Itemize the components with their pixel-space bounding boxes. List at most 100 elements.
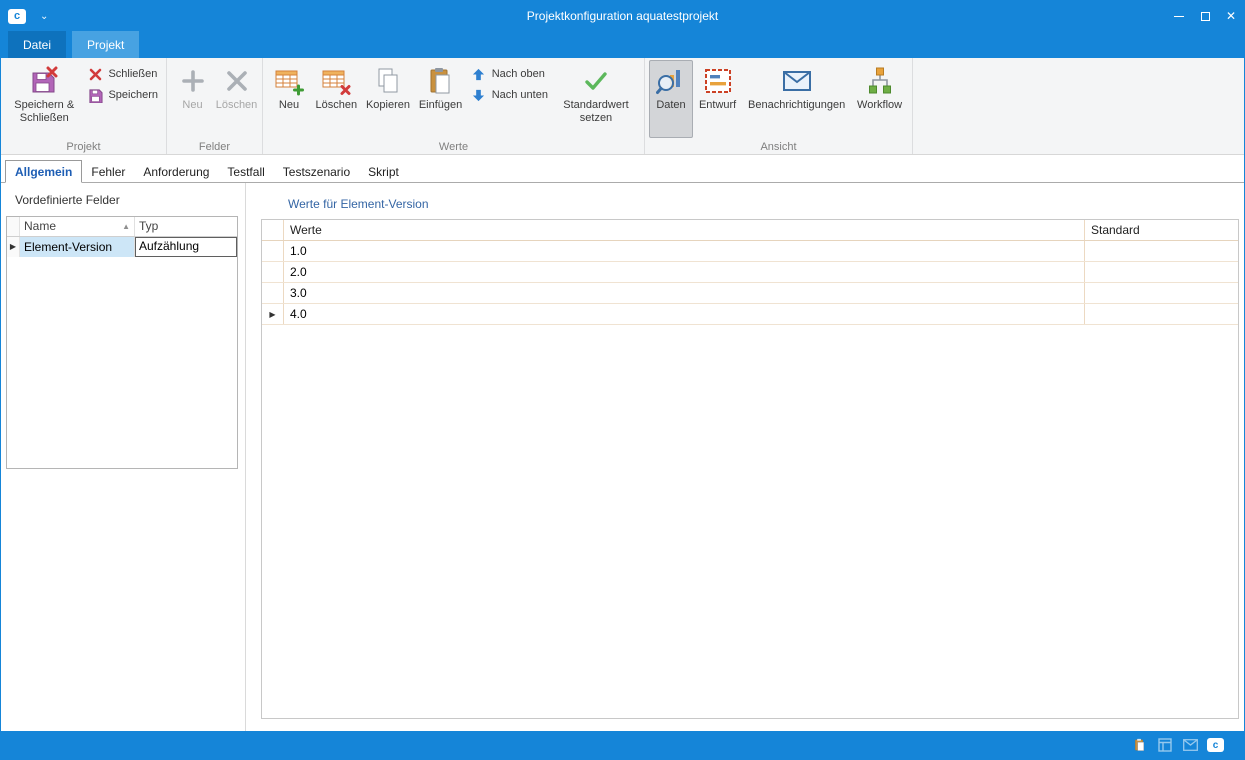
quick-access-chevron-icon[interactable]: ⌄ <box>40 11 48 22</box>
cell-field-name[interactable]: Element-Version <box>20 237 135 257</box>
statusbar-clipboard-icon[interactable] <box>1132 737 1148 753</box>
view-entwurf-button[interactable]: Entwurf <box>693 60 742 138</box>
green-check-icon <box>580 65 612 97</box>
statusbar-mail-icon[interactable] <box>1182 737 1198 753</box>
tab-testfall[interactable]: Testfall <box>218 161 273 182</box>
save-and-close-button[interactable]: Speichern & Schließen <box>5 60 83 138</box>
projekt-small-buttons: Schließen Speichern <box>83 60 162 109</box>
value-new-table-plus-icon <box>273 65 305 97</box>
maximize-icon <box>1201 12 1210 21</box>
ribbon-tab-projekt[interactable]: Projekt <box>72 31 139 58</box>
daten-magnifier-chart-icon <box>655 65 687 97</box>
close-red-icon <box>87 66 103 82</box>
values-grid: Werte Standard 1.0 2.0 3.0 ▶ 4.0 <box>261 219 1239 719</box>
statusbar-app-logo-icon[interactable]: c <box>1207 738 1224 752</box>
view-workflow-label: Workflow <box>857 99 902 112</box>
statusbar: c <box>1 731 1244 759</box>
field-delete-x-icon <box>221 65 253 97</box>
window-controls: ✕ <box>1166 1 1244 31</box>
close-project-label: Schließen <box>108 68 157 80</box>
copy-label: Kopieren <box>366 99 410 112</box>
cell-value[interactable]: 1.0 <box>284 241 1085 261</box>
panel-splitter[interactable] <box>245 183 246 731</box>
benachrichtigungen-envelope-icon <box>781 65 813 97</box>
paste-button[interactable]: Einfügen <box>414 60 466 138</box>
group-label-felder: Felder <box>167 141 262 153</box>
save-and-close-label: Speichern & Schließen <box>11 99 77 125</box>
group-label-werte: Werte <box>263 141 644 153</box>
minimize-icon <box>1174 16 1184 17</box>
copy-button[interactable]: Kopieren <box>362 60 415 138</box>
statusbar-panel-icon[interactable] <box>1157 737 1173 753</box>
field-new-button[interactable]: Neu <box>171 60 215 138</box>
workflow-nodes-icon <box>864 65 896 97</box>
cell-standard[interactable] <box>1085 283 1238 303</box>
cell-standard[interactable] <box>1085 304 1238 324</box>
value-delete-table-x-icon <box>320 65 352 97</box>
sort-ascending-icon: ▲ <box>122 217 130 236</box>
move-down-label: Nach unten <box>492 89 548 101</box>
fields-grid-header: Name ▲ Typ <box>7 217 237 237</box>
app-window: c ⌄ Projektkonfiguration aquatestprojekt… <box>0 0 1245 760</box>
page-tab-strip: Allgemein Fehler Anforderung Testfall Te… <box>1 160 1244 183</box>
view-daten-button[interactable]: Daten <box>649 60 693 138</box>
close-icon: ✕ <box>1226 9 1236 23</box>
tab-fehler[interactable]: Fehler <box>82 161 134 182</box>
view-workflow-button[interactable]: Workflow <box>851 60 908 138</box>
column-header-standard[interactable]: Standard <box>1085 220 1238 240</box>
app-logo-icon[interactable]: c <box>8 9 26 24</box>
cell-value[interactable]: 3.0 <box>284 283 1085 303</box>
ribbon-group-felder: Neu Löschen Felder <box>167 58 263 154</box>
fields-grid-row: ▶ Element-Version Aufzählung <box>7 237 237 257</box>
tab-testszenario[interactable]: Testszenario <box>274 161 359 182</box>
right-panel-title: Werte für Element-Version <box>288 197 429 211</box>
set-default-label: Standardwert setzen <box>558 99 634 125</box>
row-indicator-icon: ▶ <box>262 304 284 324</box>
werte-small-buttons: Nach oben Nach unten <box>467 60 552 109</box>
field-delete-button[interactable]: Löschen <box>215 60 259 138</box>
move-up-button[interactable]: Nach oben <box>471 66 548 82</box>
cell-standard[interactable] <box>1085 262 1238 282</box>
maximize-button[interactable] <box>1192 1 1218 31</box>
ribbon-tab-datei[interactable]: Datei <box>8 31 66 58</box>
ribbon-tab-row: Datei Projekt <box>1 31 1244 58</box>
cell-value[interactable]: 2.0 <box>284 262 1085 282</box>
view-benachrichtigungen-button[interactable]: Benachrichtigungen <box>742 60 851 138</box>
ribbon-group-ansicht: Daten Entwurf <box>645 58 913 154</box>
paste-label: Einfügen <box>419 99 462 112</box>
values-grid-indicator-header <box>262 220 284 240</box>
value-new-button[interactable]: Neu <box>267 60 311 138</box>
close-project-button[interactable]: Schließen <box>87 66 158 82</box>
minimize-button[interactable] <box>1166 1 1192 31</box>
cell-standard[interactable] <box>1085 241 1238 261</box>
move-down-button[interactable]: Nach unten <box>471 87 548 103</box>
left-panel-title: Vordefinierte Felder <box>15 193 120 207</box>
set-default-button[interactable]: Standardwert setzen <box>552 60 640 138</box>
column-header-werte[interactable]: Werte <box>284 220 1085 240</box>
cell-value[interactable]: 4.0 <box>284 304 1085 324</box>
ribbon: Speichern & Schließen Schließen <box>1 58 1244 155</box>
value-delete-button[interactable]: Löschen <box>311 60 362 138</box>
view-daten-label: Daten <box>656 99 685 112</box>
save-project-button[interactable]: Speichern <box>87 87 158 103</box>
close-button[interactable]: ✕ <box>1218 1 1244 31</box>
predefined-fields-grid: Name ▲ Typ ▶ Element-Version Aufzählung <box>6 216 238 469</box>
tab-anforderung[interactable]: Anforderung <box>134 161 218 182</box>
entwurf-form-design-icon <box>702 65 734 97</box>
values-grid-header: Werte Standard <box>262 220 1238 241</box>
column-header-name[interactable]: Name ▲ <box>20 217 135 236</box>
cell-field-typ[interactable]: Aufzählung <box>135 237 237 257</box>
save-disk-icon <box>87 87 103 103</box>
column-header-typ[interactable]: Typ <box>135 217 237 236</box>
values-grid-row: 1.0 <box>262 241 1238 262</box>
row-indicator-empty <box>262 262 284 282</box>
copy-pages-icon <box>372 65 404 97</box>
row-indicator-icon: ▶ <box>7 237 20 257</box>
save-close-icon <box>28 65 60 97</box>
value-delete-label: Löschen <box>315 99 357 112</box>
values-grid-row: ▶ 4.0 <box>262 304 1238 325</box>
view-entwurf-label: Entwurf <box>699 99 736 112</box>
tab-skript[interactable]: Skript <box>359 161 408 182</box>
tab-allgemein[interactable]: Allgemein <box>5 160 82 183</box>
ribbon-group-projekt: Speichern & Schließen Schließen <box>1 58 167 154</box>
